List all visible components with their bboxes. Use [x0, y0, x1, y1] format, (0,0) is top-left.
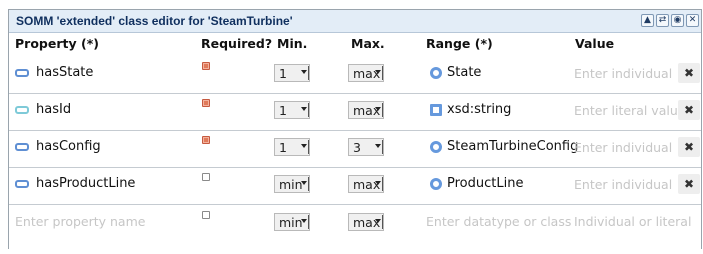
delete-button[interactable]: ✖ — [678, 174, 700, 194]
panel-title: SOMM 'extended' class editor for 'SteamT… — [16, 14, 293, 28]
min-value: 1 — [279, 103, 287, 118]
datatype-property-icon — [15, 106, 29, 114]
header-max: Max. — [351, 36, 385, 51]
required-checkbox[interactable] — [202, 136, 210, 144]
min-value: 1 — [279, 140, 287, 155]
delete-button[interactable]: ✖ — [678, 137, 700, 157]
header-range: Range (*) — [426, 36, 493, 51]
row-divider — [9, 204, 701, 205]
close-icon[interactable]: ✕ — [686, 14, 699, 27]
property-name[interactable]: hasConfig — [36, 139, 101, 154]
delete-button[interactable]: ✖ — [678, 100, 700, 120]
titlebar-buttons: ▲ ⇄ ◉ ✕ — [641, 14, 699, 27]
range-value[interactable]: ProductLine — [447, 176, 523, 191]
header-property: Property (*) — [15, 36, 99, 51]
value-input[interactable]: Enter individual — [574, 177, 672, 192]
dropdown-arrow-icon — [375, 181, 381, 185]
dropdown-arrow-icon — [301, 219, 307, 223]
min-value: min — [279, 177, 303, 192]
new-property-input[interactable]: Enter property name — [15, 214, 145, 229]
swap-icon[interactable]: ⇄ — [656, 14, 669, 27]
class-range-icon — [430, 141, 442, 153]
value-input[interactable]: Enter individual — [574, 66, 672, 81]
property-name[interactable]: hasState — [36, 65, 93, 80]
header-value: Value — [575, 36, 615, 51]
object-property-icon — [15, 69, 29, 77]
object-property-icon — [15, 180, 29, 188]
object-property-icon — [15, 143, 29, 151]
value-input[interactable]: Enter literal value — [574, 103, 685, 118]
new-min-select[interactable]: min — [274, 213, 310, 231]
property-row: hasId 1 max xsd:string Enter literal val… — [9, 94, 701, 126]
new-property-row: Enter property name min max Enter dataty… — [9, 206, 701, 238]
header-min: Min. — [277, 36, 308, 51]
min-select[interactable]: 1 — [274, 101, 310, 119]
required-checkbox[interactable] — [202, 99, 210, 107]
property-row: hasState 1 max State Enter individual ✖ — [9, 57, 701, 89]
class-range-icon — [430, 178, 442, 190]
new-max-select[interactable]: max — [348, 213, 384, 231]
class-editor-panel: SOMM 'extended' class editor for 'SteamT… — [8, 9, 702, 249]
value-input[interactable]: Enter individual — [574, 140, 672, 155]
dropdown-arrow-icon — [375, 219, 381, 223]
settings-icon[interactable]: ◉ — [671, 14, 684, 27]
min-value: min — [279, 215, 303, 230]
class-range-icon — [430, 67, 442, 79]
new-required-checkbox[interactable] — [202, 211, 210, 219]
delete-icon: ✖ — [683, 103, 695, 117]
datatype-range-icon — [430, 104, 442, 116]
delete-icon: ✖ — [683, 177, 695, 191]
min-select[interactable]: 1 — [274, 64, 310, 82]
range-value[interactable]: SteamTurbineConfig — [447, 139, 578, 154]
property-row: hasProductLine min max ProductLine Enter… — [9, 168, 701, 200]
max-select[interactable]: 3 — [348, 138, 384, 156]
dropdown-arrow-icon — [375, 70, 381, 74]
min-select[interactable]: 1 — [274, 138, 310, 156]
min-select[interactable]: min — [274, 175, 310, 193]
dropdown-arrow-icon — [301, 144, 307, 148]
new-value-input[interactable]: Individual or literal — [574, 214, 691, 229]
delete-icon: ✖ — [683, 66, 695, 80]
max-value: 3 — [353, 140, 361, 155]
required-checkbox[interactable] — [202, 62, 210, 70]
property-name[interactable]: hasProductLine — [36, 176, 135, 191]
max-select[interactable]: max — [348, 175, 384, 193]
property-row: hasConfig 1 3 SteamTurbineConfig Enter i… — [9, 131, 701, 163]
delete-icon: ✖ — [683, 140, 695, 154]
max-select[interactable]: max — [348, 64, 384, 82]
header-required: Required? — [201, 36, 273, 51]
dropdown-arrow-icon — [301, 70, 307, 74]
min-value: 1 — [279, 66, 287, 81]
range-value[interactable]: xsd:string — [447, 102, 511, 117]
new-range-input[interactable]: Enter datatype or class — [426, 214, 571, 229]
required-checkbox[interactable] — [202, 173, 210, 181]
dropdown-arrow-icon — [301, 107, 307, 111]
dropdown-arrow-icon — [301, 181, 307, 185]
max-select[interactable]: max — [348, 101, 384, 119]
dropdown-arrow-icon — [375, 107, 381, 111]
property-name[interactable]: hasId — [36, 102, 71, 117]
dropdown-arrow-icon — [375, 144, 381, 148]
panel-titlebar: SOMM 'extended' class editor for 'SteamT… — [9, 10, 701, 33]
move-up-icon[interactable]: ▲ — [641, 14, 654, 27]
delete-button[interactable]: ✖ — [678, 63, 700, 83]
range-value[interactable]: State — [447, 65, 481, 80]
